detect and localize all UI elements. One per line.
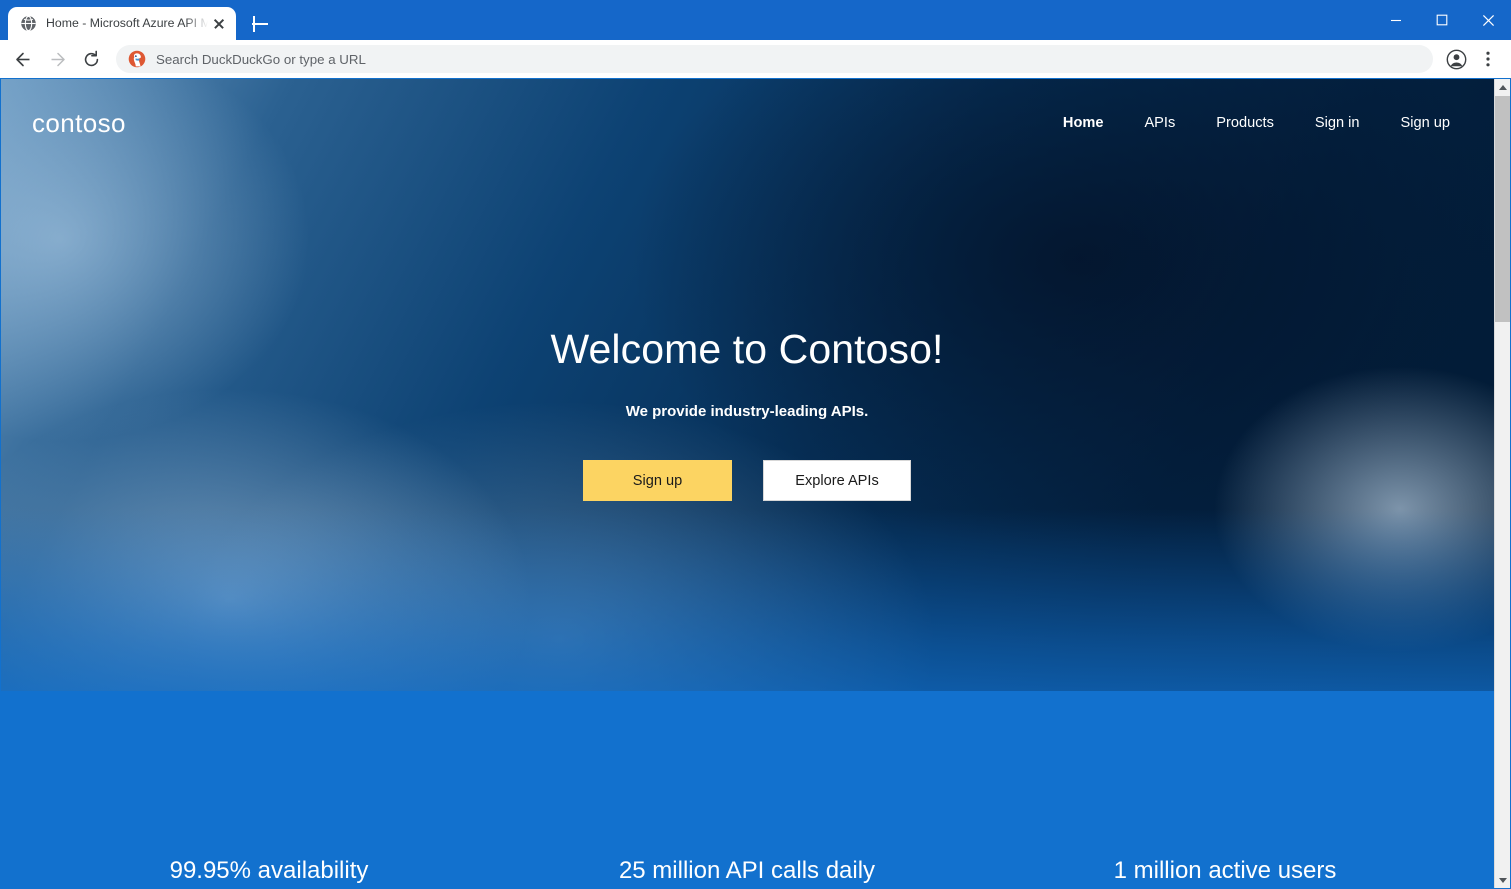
minimize-icon: [1391, 19, 1401, 22]
browser-tab[interactable]: Home - Microsoft Azure API Man: [8, 7, 236, 40]
globe-icon: [20, 15, 37, 32]
browser-tab-title: Home - Microsoft Azure API Man: [46, 16, 208, 30]
browser-window: Home - Microsoft Azure API Man Search Du…: [0, 0, 1511, 889]
reload-button[interactable]: [76, 44, 106, 74]
scrollbar-up-button[interactable]: [1495, 79, 1511, 96]
profile-button[interactable]: [1441, 44, 1471, 74]
browser-toolbar: Search DuckDuckGo or type a URL: [0, 40, 1511, 78]
reload-icon: [84, 50, 98, 66]
scroll-down-arrow-icon: [1499, 878, 1507, 883]
stats-section: 99.95% availability Our APIs can be used…: [0, 857, 1494, 889]
new-tab-button[interactable]: [246, 10, 274, 38]
hero-action-buttons: Sign up Explore APIs: [0, 460, 1494, 502]
three-dot-menu-icon: [1486, 51, 1490, 67]
nav-item-sign-in[interactable]: Sign in: [1315, 115, 1360, 131]
stat-value: 1 million active users: [1113, 857, 1337, 884]
minimize-button[interactable]: [1373, 4, 1419, 36]
page-viewport: contoso Home APIs Products Sign in Sign …: [0, 79, 1511, 889]
hero-subtitle: We provide industry-leading APIs.: [625, 403, 869, 421]
browser-menu-button[interactable]: [1473, 44, 1503, 74]
maximize-button[interactable]: [1419, 4, 1465, 36]
close-icon: [1482, 14, 1494, 26]
back-arrow-icon: [15, 52, 29, 66]
developer-portal-page: contoso Home APIs Products Sign in Sign …: [0, 79, 1494, 889]
toolbar-right-actions: [1441, 44, 1503, 74]
sign-up-button[interactable]: Sign up: [583, 460, 732, 502]
scrollbar-thumb[interactable]: [1495, 96, 1511, 322]
back-button[interactable]: [8, 44, 38, 74]
scroll-up-arrow-icon: [1499, 85, 1507, 90]
window-controls: [1373, 0, 1511, 40]
nav-item-apis[interactable]: APIs: [1144, 115, 1175, 131]
explore-apis-button[interactable]: Explore APIs: [763, 460, 911, 502]
duckduckgo-icon: [128, 50, 146, 68]
nav-item-home[interactable]: Home: [1063, 115, 1104, 131]
site-nav-links: Home APIs Products Sign in Sign up: [1063, 115, 1450, 131]
nav-item-products[interactable]: Products: [1216, 115, 1274, 131]
stat-value: 99.95% availability: [169, 857, 369, 884]
stat-item-active-users: 1 million active users Millions of peopl…: [986, 857, 1464, 889]
close-window-button[interactable]: [1465, 4, 1511, 36]
scrollbar-down-button[interactable]: [1495, 872, 1511, 889]
stat-item-availability: 99.95% availability Our APIs can be used…: [30, 857, 508, 889]
account-avatar-icon: [1446, 49, 1466, 69]
stat-value: 25 million API calls daily: [618, 857, 876, 884]
site-navbar: contoso Home APIs Products Sign in Sign …: [0, 79, 1494, 167]
browser-tab-strip: Home - Microsoft Azure API Man: [0, 0, 1511, 40]
scrollbar-track[interactable]: [1495, 96, 1511, 872]
site-logo[interactable]: contoso: [32, 110, 126, 136]
hero-section: Welcome to Contoso! We provide industry-…: [0, 324, 1494, 502]
forward-arrow-icon: [51, 52, 65, 66]
maximize-icon: [1436, 14, 1448, 26]
address-bar[interactable]: Search DuckDuckGo or type a URL: [116, 45, 1433, 73]
page-title: Welcome to Contoso!: [550, 326, 944, 372]
forward-button[interactable]: [42, 44, 72, 74]
hero-background-fade: [0, 509, 1494, 809]
close-icon[interactable]: [210, 15, 228, 33]
nav-item-sign-up[interactable]: Sign up: [1401, 115, 1451, 131]
page-scrollbar[interactable]: [1494, 79, 1511, 889]
stat-item-api-calls: 25 million API calls daily Our APIs defi…: [508, 857, 986, 889]
address-bar-placeholder: Search DuckDuckGo or type a URL: [156, 51, 366, 67]
window-left-border: [0, 78, 1, 889]
